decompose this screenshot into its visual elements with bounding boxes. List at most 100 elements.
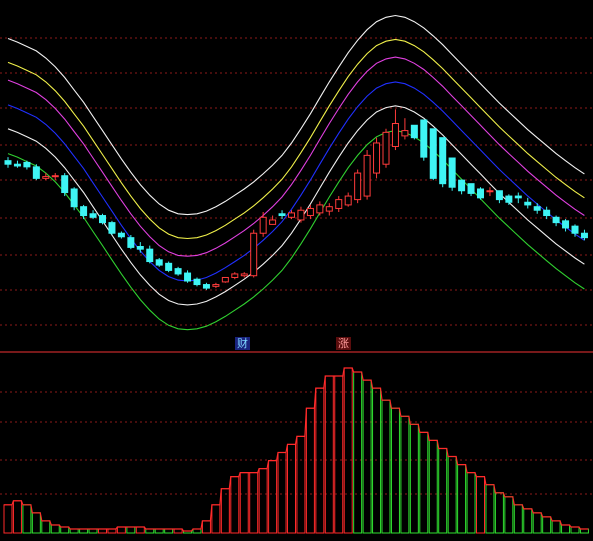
candle-body [297,209,305,221]
candlestick[interactable] [193,277,201,287]
candlestick[interactable] [184,270,192,283]
candlestick[interactable] [4,157,12,168]
volume-bar [201,520,211,534]
candlestick[interactable] [42,173,50,181]
candlestick[interactable] [136,242,144,253]
candle-body [448,157,456,188]
volume-bar [381,399,391,534]
candlestick[interactable] [316,201,324,216]
candlestick[interactable] [344,192,352,207]
volume-bar [268,460,278,534]
volume-bar [126,526,136,534]
volume-bar [258,468,268,534]
candlestick[interactable] [533,203,541,214]
candle-body [212,284,220,287]
candlestick[interactable] [505,194,513,205]
candlestick[interactable] [32,164,40,181]
candlestick[interactable] [250,229,258,278]
candle-body [193,278,201,286]
candlestick[interactable] [477,187,484,200]
candlestick[interactable] [363,150,371,200]
candle-body [420,119,428,158]
candle-body [344,195,352,206]
candlestick[interactable] [70,187,78,211]
candle-body [51,175,59,178]
candlestick[interactable] [80,204,88,220]
candlestick[interactable] [13,160,21,168]
candlestick[interactable] [354,169,362,204]
candle-body [401,130,409,137]
candlestick[interactable] [458,179,466,195]
volume-bar [116,526,126,534]
candlestick[interactable] [99,213,106,225]
volume-bar [3,504,13,534]
candlestick[interactable] [448,157,456,191]
candlestick[interactable] [382,128,390,168]
candlestick[interactable] [240,272,248,278]
candlestick[interactable] [23,160,31,170]
candlestick[interactable] [89,210,97,220]
candle-body [61,175,69,194]
candle-body [184,272,192,282]
candle-body [221,276,229,283]
candlestick[interactable] [401,118,409,140]
candlestick[interactable] [543,206,551,220]
candle-body [108,222,116,234]
candlestick[interactable] [325,203,333,216]
candle-body [23,161,31,168]
candlestick[interactable] [524,197,532,209]
candle-body [571,225,579,234]
candlestick[interactable] [495,190,503,204]
volume-bar [60,526,70,534]
volume-bar [476,476,485,534]
candle-body [335,199,343,209]
candlestick[interactable] [278,210,286,220]
volume-bar [466,472,476,534]
candle-body [580,232,588,239]
candlestick[interactable] [514,192,522,204]
candlestick[interactable] [429,128,437,181]
volume-bar [551,520,561,534]
candlestick[interactable] [212,282,220,289]
candlestick[interactable] [467,183,475,197]
candlestick[interactable] [439,137,447,188]
candle-body [13,163,21,167]
volume-bar [31,512,41,534]
candlestick[interactable] [231,272,239,280]
candlestick[interactable] [117,231,125,239]
candle-body [552,216,560,224]
candlestick[interactable] [155,258,163,267]
stock-chart-canvas[interactable] [0,0,593,541]
candle-body [155,259,163,266]
candlestick[interactable] [108,220,116,236]
candlestick[interactable] [562,219,570,232]
candle-body [486,190,494,193]
candle-body [533,206,541,211]
cai-marker[interactable]: 财 [235,337,250,350]
candlestick[interactable] [486,187,494,197]
candlestick[interactable] [410,124,418,140]
candlestick[interactable] [373,137,381,179]
candle-body [505,195,513,203]
candlestick[interactable] [269,215,277,225]
candlestick[interactable] [221,276,229,283]
candle-body [202,284,210,289]
candle-body [269,219,277,225]
candlestick[interactable] [297,206,305,223]
zhang-marker[interactable]: 涨 [336,337,351,350]
candlestick[interactable] [391,109,399,151]
volume-bar [12,500,22,534]
candlestick[interactable] [51,173,59,181]
candle-body [32,166,40,179]
candlestick[interactable] [420,119,428,161]
volume-bar [211,504,221,534]
candlestick[interactable] [174,266,182,276]
candlestick[interactable] [259,211,267,237]
candlestick[interactable] [552,215,560,227]
candlestick[interactable] [146,245,154,264]
candlestick[interactable] [202,282,210,290]
candlestick[interactable] [165,261,173,273]
candlestick[interactable] [127,235,135,250]
candlestick[interactable] [61,173,69,197]
candlestick[interactable] [335,196,343,212]
